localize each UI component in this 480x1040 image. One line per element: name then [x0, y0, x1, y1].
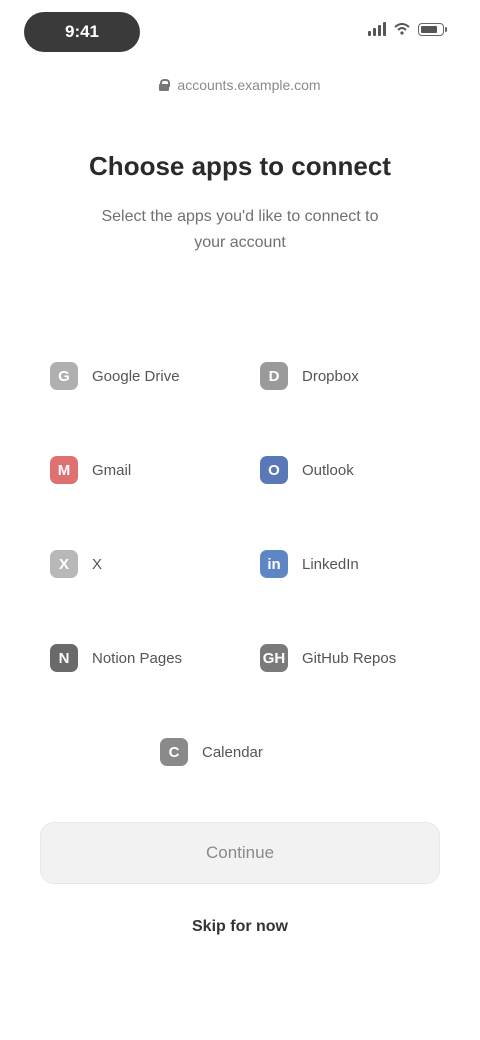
app-label: Gmail: [92, 461, 132, 479]
lock-icon: [159, 79, 171, 91]
app-item-calendar[interactable]: C Calendar: [160, 722, 340, 782]
status-time: 9:41: [24, 12, 140, 52]
app-item-github[interactable]: GH GitHub Repos: [260, 628, 440, 688]
app-item-dropbox[interactable]: D Dropbox: [260, 346, 440, 406]
app-item-google-drive[interactable]: G Google Drive: [50, 346, 230, 406]
app-item-x[interactable]: X X: [50, 534, 230, 594]
app-item-gmail[interactable]: M Gmail: [50, 440, 230, 500]
battery-icon: [418, 22, 447, 36]
github-icon: GH: [260, 644, 288, 672]
app-label: Calendar: [202, 743, 263, 761]
status-bar: 9:41: [0, 0, 480, 62]
calendar-icon: C: [160, 738, 188, 766]
app-item-notion[interactable]: N Notion Pages: [50, 628, 230, 688]
app-label: Outlook: [302, 461, 354, 479]
app-label: Google Drive: [92, 367, 180, 385]
app-label: LinkedIn: [302, 555, 359, 573]
dropbox-icon: D: [260, 362, 288, 390]
app-label: GitHub Repos: [302, 649, 397, 667]
google-drive-icon: G: [50, 362, 78, 390]
gmail-icon: M: [50, 456, 78, 484]
app-label: Dropbox: [302, 367, 359, 385]
page-subtitle: Select the apps you'd like to connect to…: [101, 208, 379, 251]
url-bar[interactable]: accounts.example.com: [0, 72, 480, 98]
url-text: accounts.example.com: [177, 77, 321, 93]
wifi-icon: [394, 23, 410, 35]
screen: 9:41 accounts.example.com Choose apps to…: [0, 0, 480, 1040]
signal-icon: [368, 22, 386, 36]
app-label: X: [92, 555, 103, 573]
outlook-icon: O: [260, 456, 288, 484]
continue-button[interactable]: Continue: [40, 822, 440, 884]
page-title: Choose apps to connect: [89, 151, 391, 181]
status-indicators: [368, 22, 447, 36]
x-icon: X: [50, 550, 78, 578]
skip-link[interactable]: Skip for now: [0, 918, 480, 936]
app-item-outlook[interactable]: O Outlook: [260, 440, 440, 500]
notion-icon: N: [50, 644, 78, 672]
linkedin-icon: in: [260, 550, 288, 578]
app-item-linkedin[interactable]: in LinkedIn: [260, 534, 440, 594]
app-label: Notion Pages: [92, 649, 183, 667]
